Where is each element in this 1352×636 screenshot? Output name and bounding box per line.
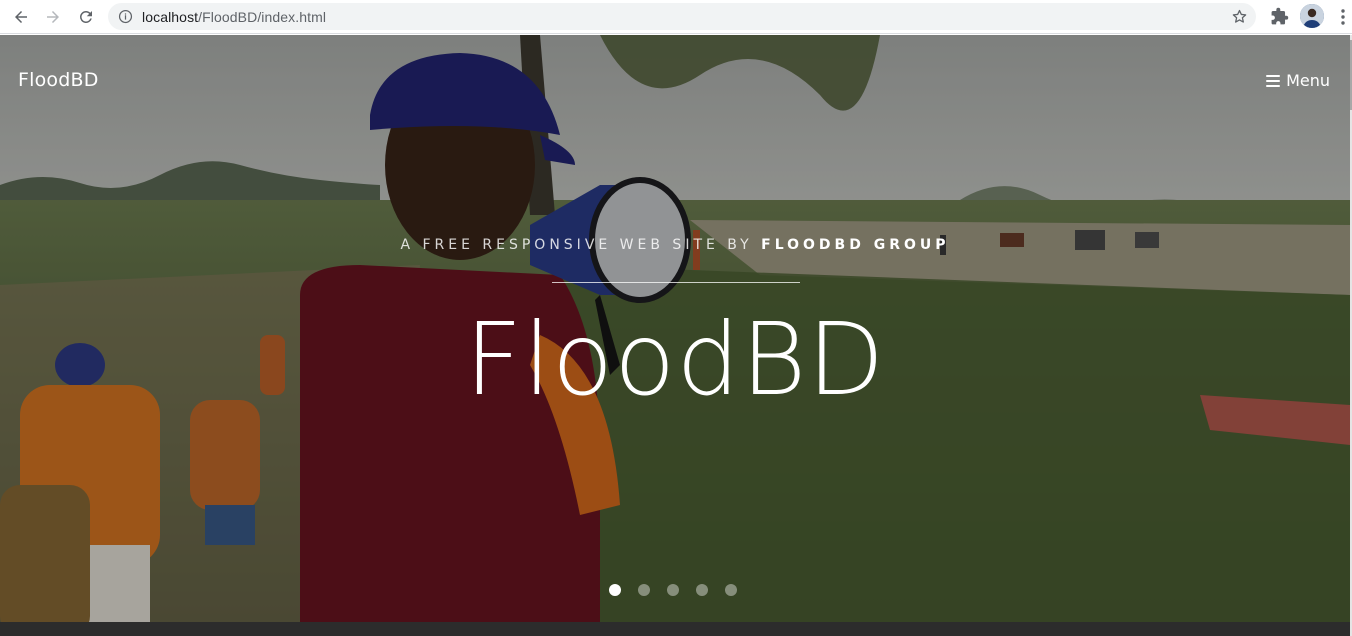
kebab-icon[interactable] — [1336, 8, 1350, 26]
slide-dot[interactable] — [667, 584, 679, 596]
back-button[interactable] — [8, 4, 34, 30]
slide-dot[interactable] — [609, 584, 621, 596]
bottom-strip — [0, 622, 1350, 636]
tagline-divider — [552, 282, 800, 283]
url-host: localhost — [142, 9, 199, 25]
arrow-left-icon — [15, 11, 27, 23]
tagline-group: FLOODBD GROUP — [761, 237, 950, 253]
tagline-prefix: A FREE RESPONSIVE WEB SITE BY — [400, 237, 762, 253]
menu-button[interactable]: Menu — [1266, 71, 1330, 90]
avatar[interactable] — [1300, 4, 1324, 28]
profile-icon — [1300, 4, 1324, 28]
hero-section: FloodBD Menu A FREE RESPONSIVE WEB SITE … — [0, 35, 1350, 636]
forward-button[interactable] — [40, 4, 66, 30]
reload-button[interactable] — [73, 4, 99, 30]
slide-dot[interactable] — [696, 584, 708, 596]
reload-icon — [79, 10, 92, 23]
url-text[interactable]: localhost/FloodBD/index.html — [142, 9, 326, 25]
slide-dot[interactable] — [725, 584, 737, 596]
address-bar[interactable]: localhost/FloodBD/index.html — [108, 3, 1256, 30]
site-brand[interactable]: FloodBD — [18, 69, 99, 91]
url-path: /FloodBD/index.html — [198, 9, 327, 25]
hero-tagline: A FREE RESPONSIVE WEB SITE BY FLOODBD GR… — [0, 237, 1350, 253]
menu-label: Menu — [1286, 71, 1330, 90]
hero-title: FloodBD — [464, 301, 886, 418]
slide-dot[interactable] — [638, 584, 650, 596]
star-icon[interactable] — [1231, 8, 1248, 25]
arrow-right-icon — [47, 11, 59, 23]
info-icon[interactable] — [118, 9, 133, 24]
puzzle-icon[interactable] — [1270, 7, 1289, 26]
hamburger-icon — [1266, 74, 1281, 87]
browser-toolbar: localhost/FloodBD/index.html — [0, 0, 1352, 34]
slide-indicators — [609, 584, 737, 596]
